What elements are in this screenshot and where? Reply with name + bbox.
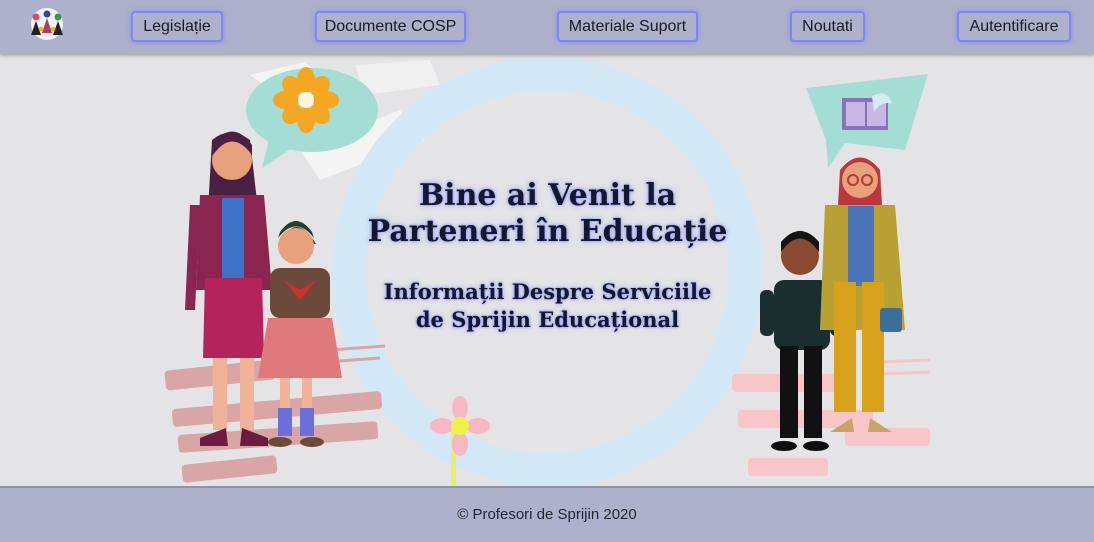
nav-autentificare-button[interactable]: Autentificare bbox=[957, 11, 1071, 42]
logo-icon[interactable] bbox=[25, 5, 69, 43]
decorative-ring bbox=[332, 57, 762, 486]
hero-section: Bine ai Venit la Parteneri în Educație I… bbox=[0, 56, 1094, 486]
nav-materiale-suport-button[interactable]: Materiale Suport bbox=[557, 11, 698, 42]
hero-subtitle: Informații Despre Serviciile de Sprijin … bbox=[383, 279, 712, 332]
nav-noutati-button[interactable]: Noutati bbox=[790, 11, 865, 42]
nav-legislatie-button[interactable]: Legislație bbox=[131, 11, 223, 42]
hero-illustration bbox=[164, 57, 931, 486]
speech-bubble-book bbox=[806, 74, 928, 168]
nav-documente-cosp-button[interactable]: Documente COSP bbox=[315, 11, 466, 42]
hero-title: Bine ai Venit la Parteneri în Educație bbox=[367, 178, 728, 249]
right-floor-stripes bbox=[732, 358, 931, 476]
top-navbar: Legislație Documente COSP Materiale Supo… bbox=[0, 0, 1094, 54]
footer: © Profesori de Sprijin 2020 bbox=[0, 486, 1094, 542]
copyright-text: © Profesori de Sprijin 2020 bbox=[457, 506, 637, 523]
teacher-left-figure bbox=[185, 131, 272, 446]
